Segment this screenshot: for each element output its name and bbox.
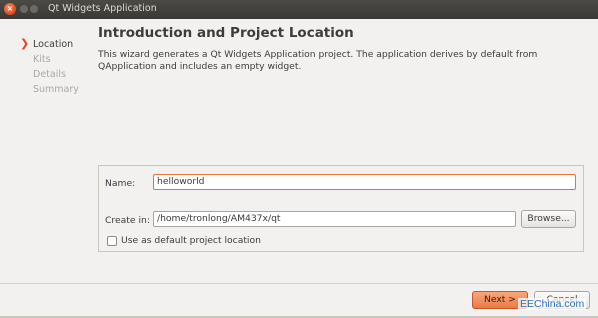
title-bar: × Qt Widgets Application bbox=[0, 0, 598, 19]
maximize-icon[interactable] bbox=[30, 5, 38, 13]
wizard-steps: ❯ Location Kits Details Summary bbox=[20, 37, 79, 97]
step-summary: Summary bbox=[20, 82, 79, 97]
step-location: ❯ Location bbox=[20, 37, 79, 52]
watermark: EEChina.com bbox=[518, 298, 587, 310]
step-label: Location bbox=[33, 39, 74, 50]
minimize-icon[interactable] bbox=[20, 5, 28, 13]
step-label: Summary bbox=[33, 84, 79, 95]
step-label: Details bbox=[33, 69, 66, 80]
close-icon[interactable]: × bbox=[4, 3, 16, 15]
default-location-checkbox[interactable] bbox=[107, 236, 117, 246]
footer-divider bbox=[0, 283, 598, 284]
window-title: Qt Widgets Application bbox=[48, 3, 157, 14]
project-location-form: Name: helloworld Create in: /home/tronlo… bbox=[98, 165, 584, 252]
name-label: Name: bbox=[105, 178, 136, 189]
name-field[interactable]: helloworld bbox=[153, 174, 576, 190]
step-kits: Kits bbox=[20, 52, 79, 67]
create-in-field[interactable]: /home/tronlong/AM437x/qt bbox=[153, 211, 516, 227]
step-label: Kits bbox=[33, 54, 51, 65]
page-title: Introduction and Project Location bbox=[98, 25, 354, 41]
browse-button[interactable]: Browse... bbox=[521, 210, 576, 228]
current-step-arrow-icon: ❯ bbox=[20, 37, 30, 50]
step-details: Details bbox=[20, 67, 79, 82]
create-in-label: Create in: bbox=[105, 215, 150, 226]
default-location-label: Use as default project location bbox=[121, 235, 261, 246]
page-description: This wizard generates a Qt Widgets Appli… bbox=[98, 49, 538, 72]
